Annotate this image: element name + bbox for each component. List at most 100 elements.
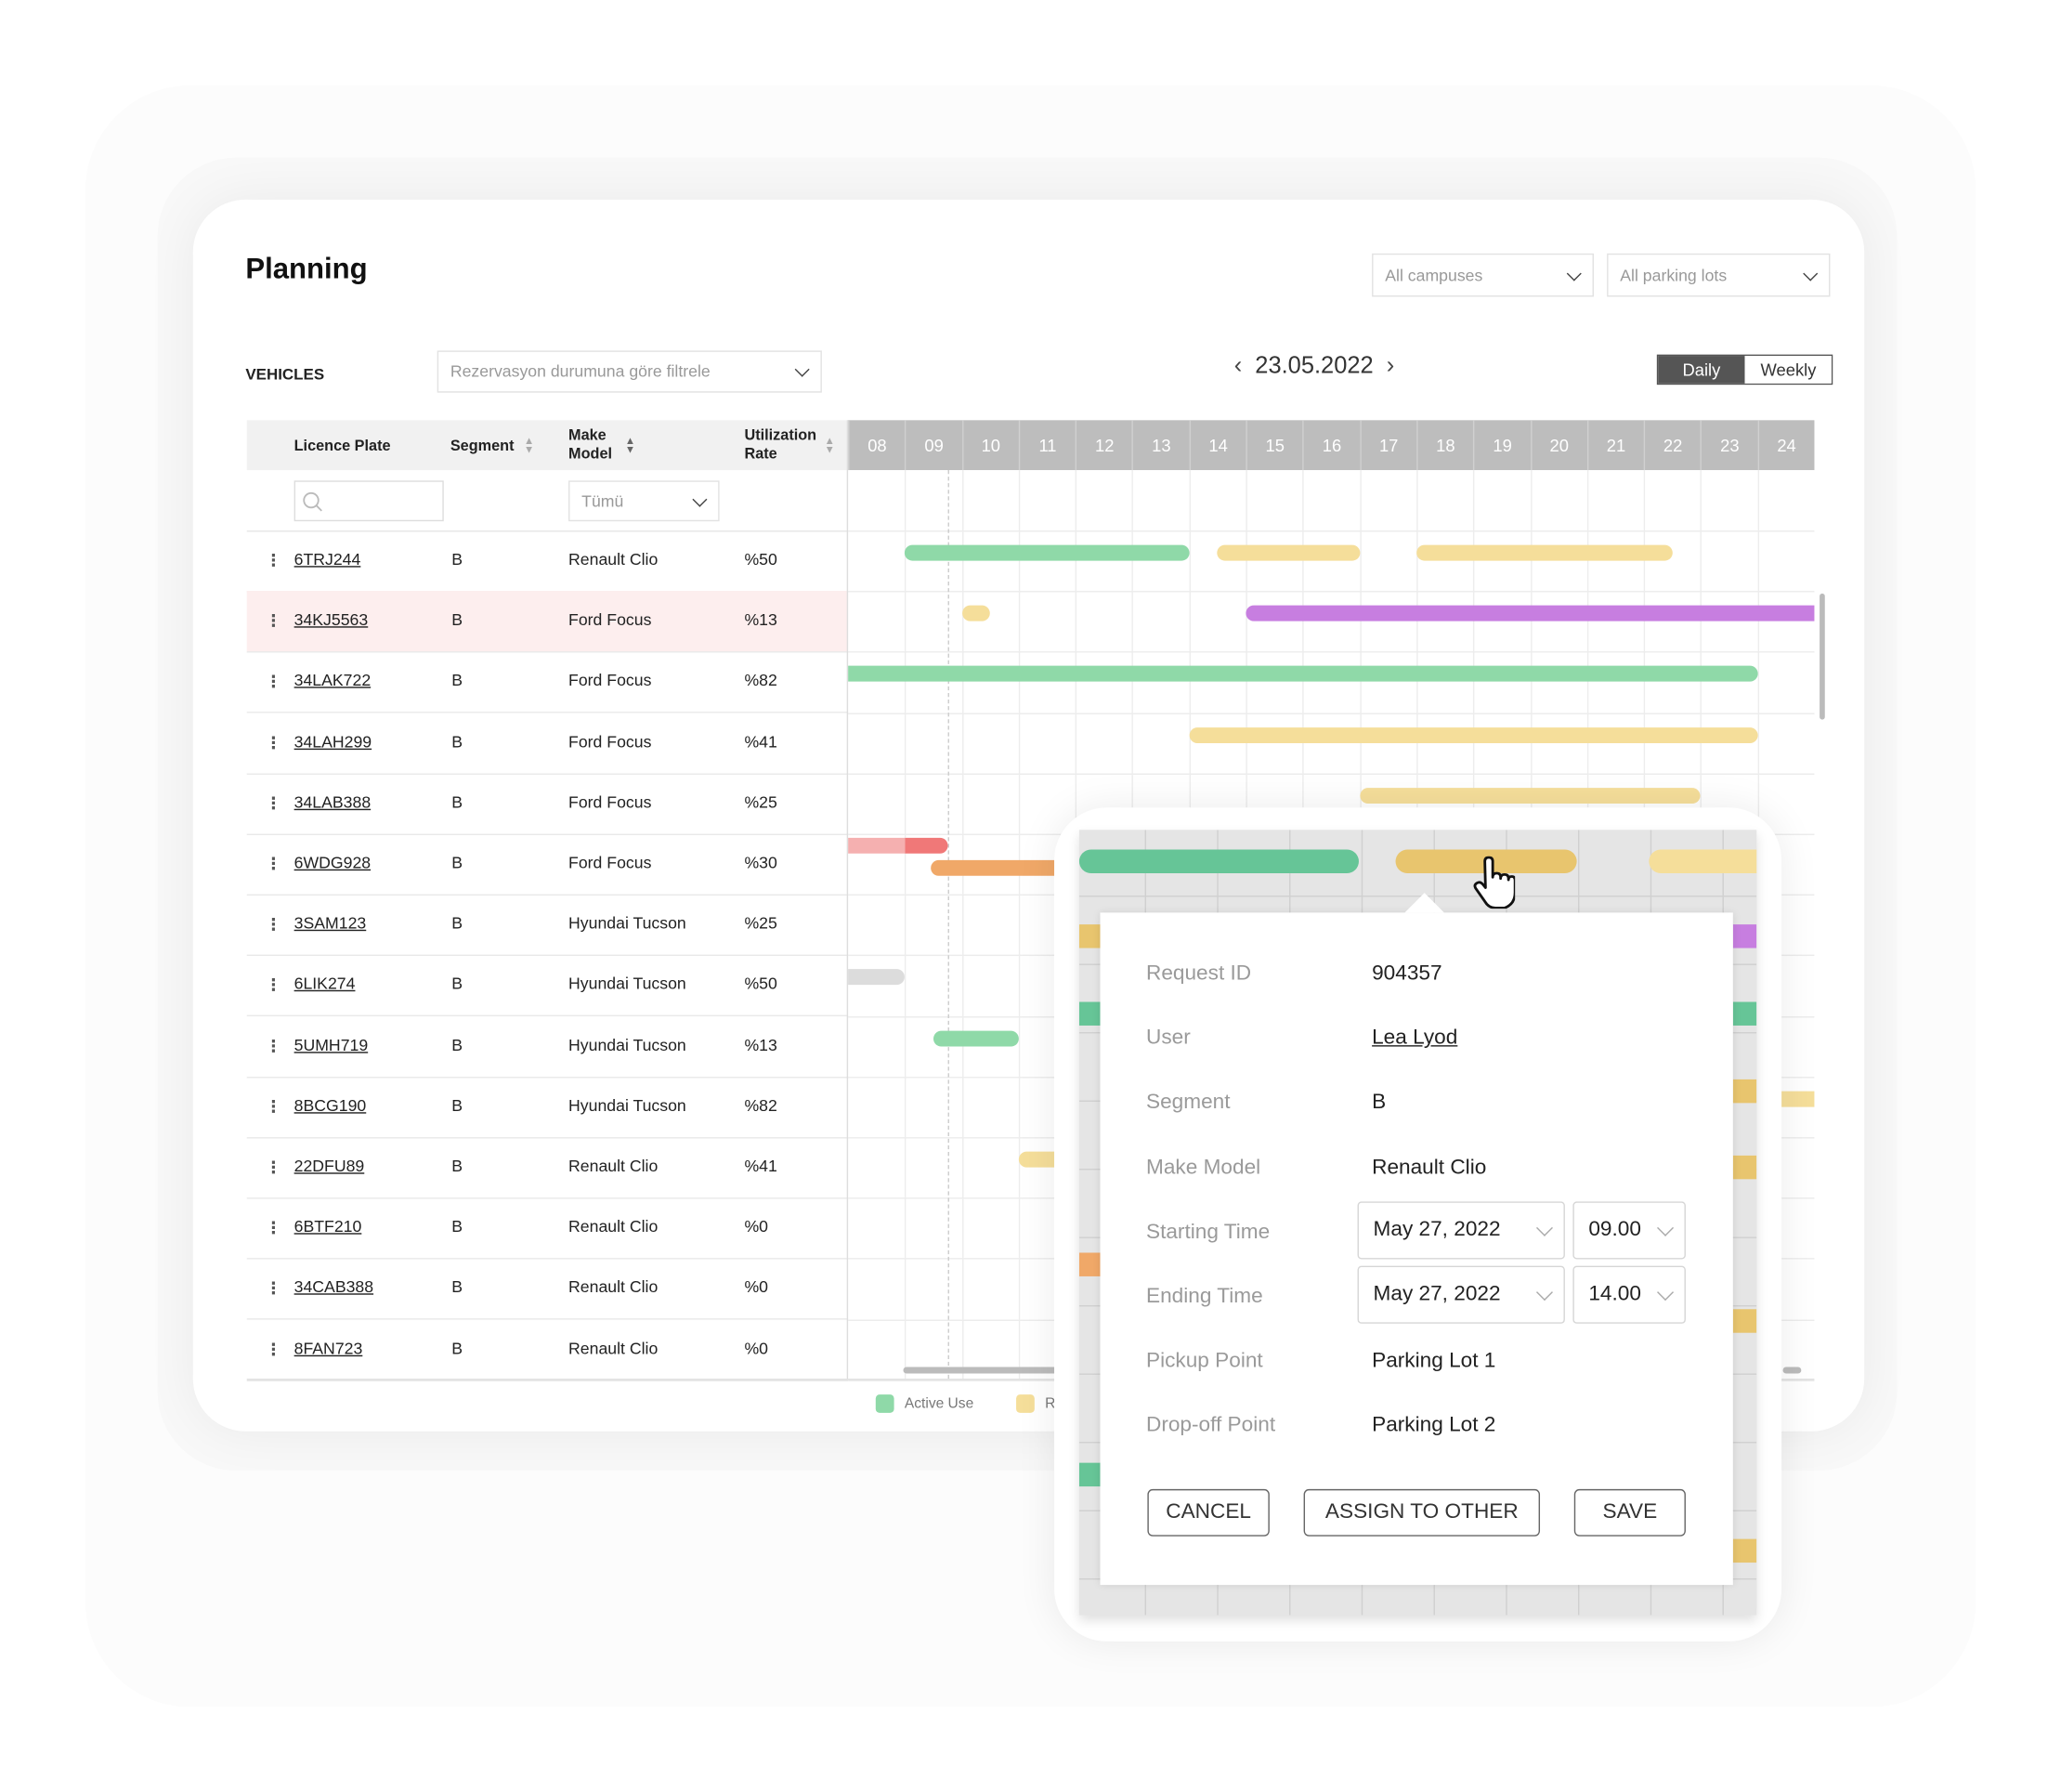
more-options-icon[interactable]: ⋮ [266, 611, 282, 631]
search-icon [303, 491, 322, 512]
zoomed-reservation-bar[interactable] [1078, 849, 1359, 873]
licence-plate-link[interactable]: 3SAM123 [294, 914, 367, 933]
header-licence-plate[interactable]: Licence Plate [294, 438, 391, 456]
reservation-bar-overdue[interactable] [848, 837, 948, 854]
hour-label: 10 [961, 420, 1018, 471]
licence-plate-link[interactable]: 6BTF210 [294, 1218, 362, 1236]
hour-label: 09 [905, 420, 961, 471]
parking-lot-select[interactable]: All parking lots [1607, 253, 1831, 297]
more-options-icon[interactable]: ⋮ [266, 792, 282, 813]
hand-cursor-icon [1473, 856, 1516, 909]
licence-plate-link[interactable]: 34LAK722 [294, 672, 372, 690]
table-row: ⋮ 22DFU89 B Renault Clio %41 [246, 1137, 849, 1199]
horizontal-scrollbar[interactable] [903, 1367, 1062, 1374]
chevron-right-icon[interactable]: › [1387, 352, 1394, 380]
reservation-bar-assigned[interactable] [1246, 605, 1815, 621]
zoomed-bar-edge [1732, 1155, 1757, 1180]
utilization-cell: %41 [744, 732, 777, 751]
more-options-icon[interactable]: ⋮ [266, 1339, 282, 1359]
header-model: Model [568, 446, 613, 463]
sort-icon[interactable]: ▲ ▼ [825, 436, 835, 455]
sort-icon[interactable]: ▲ ▼ [625, 436, 635, 455]
licence-plate-link[interactable]: 8BCG190 [294, 1096, 367, 1115]
time-select[interactable]: 09.00 [1572, 1201, 1686, 1260]
chevron-down-icon [1803, 265, 1819, 281]
daily-tab[interactable]: Daily [1658, 356, 1745, 384]
header-make-model[interactable]: Make Model [568, 426, 612, 464]
chevron-down-icon [1535, 1219, 1553, 1236]
save-button[interactable]: SAVE [1573, 1488, 1686, 1537]
vehicles-label: VEHICLES [245, 364, 325, 384]
model-filter-select[interactable]: Tümü [568, 480, 720, 522]
reservation-bar-idle[interactable] [848, 969, 906, 986]
make-model-cell: Ford Focus [568, 792, 652, 812]
more-options-icon[interactable]: ⋮ [266, 672, 282, 691]
reservation-bar-active[interactable] [905, 544, 1190, 561]
reservation-bar-reserved[interactable] [961, 605, 991, 621]
licence-plate-link[interactable]: 34KJ5563 [294, 611, 369, 630]
reservation-status-placeholder: Rezervasyon durumuna göre filtrele [450, 362, 711, 381]
licence-plate-link[interactable]: 6LIK274 [294, 974, 356, 993]
page-title: Planning [245, 252, 368, 285]
segment-cell: B [451, 1277, 463, 1297]
vertical-scrollbar[interactable] [1820, 593, 1825, 720]
divider [846, 420, 849, 1380]
reservation-bar-active[interactable] [933, 1030, 1019, 1046]
licence-plate-link[interactable]: 8FAN723 [294, 1339, 363, 1357]
more-options-icon[interactable]: ⋮ [266, 1096, 282, 1116]
reservation-bar-active[interactable] [848, 666, 1758, 683]
date-select[interactable]: May 27, 2022 [1357, 1265, 1565, 1324]
sort-icon[interactable]: ▲ ▼ [524, 436, 534, 455]
campus-select[interactable]: All campuses [1372, 253, 1594, 297]
more-options-icon[interactable]: ⋮ [266, 1157, 282, 1177]
chevron-left-icon[interactable]: ‹ [1234, 352, 1242, 380]
hour-label: 18 [1416, 420, 1473, 471]
segment-cell: B [451, 732, 463, 751]
grid-line [905, 470, 907, 1380]
licence-plate-link[interactable]: 5UMH719 [294, 1036, 369, 1054]
date-select[interactable]: May 27, 2022 [1357, 1201, 1565, 1260]
more-options-icon[interactable]: ⋮ [266, 854, 282, 873]
reservation-bar-reserved[interactable] [1189, 726, 1758, 743]
zoomed-bar-edge [1078, 1252, 1101, 1276]
table-row: ⋮ 6TRJ244 B Renault Clio %50 [246, 530, 849, 593]
hour-label: 15 [1246, 420, 1302, 471]
more-options-icon[interactable]: ⋮ [266, 1278, 282, 1298]
licence-plate-link[interactable]: 6WDG928 [294, 854, 371, 872]
weekly-tab[interactable]: Weekly [1744, 356, 1833, 384]
hour-label: 12 [1075, 420, 1132, 471]
licence-plate-link[interactable]: 34LAB388 [294, 792, 372, 811]
assign-to-other-button[interactable]: ASSIGN TO OTHER [1303, 1488, 1541, 1537]
cancel-button[interactable]: CANCEL [1147, 1488, 1270, 1537]
zoomed-bar-edge [1732, 1309, 1757, 1333]
reservation-bar-reserved[interactable] [1217, 544, 1360, 561]
plate-search-input[interactable] [294, 480, 444, 522]
reservation-bar-reserved[interactable] [1416, 544, 1673, 561]
zoomed-bar-edge [1732, 1001, 1757, 1026]
field-label: Segment [1145, 1092, 1231, 1115]
more-options-icon[interactable]: ⋮ [266, 914, 282, 934]
segment-cell: B [451, 1217, 463, 1236]
header-utilization-rate[interactable]: Utilization Rate [744, 426, 816, 464]
licence-plate-link[interactable]: 6TRJ244 [294, 550, 361, 569]
reservation-status-filter[interactable]: Rezervasyon durumuna göre filtrele [437, 350, 822, 393]
more-options-icon[interactable]: ⋮ [266, 974, 282, 995]
more-options-icon[interactable]: ⋮ [266, 1218, 282, 1237]
zoomed-reservation-bar[interactable] [1649, 849, 1757, 873]
licence-plate-link[interactable]: 22DFU89 [294, 1157, 365, 1175]
horizontal-scrollbar-end[interactable] [1782, 1367, 1802, 1374]
licence-plate-link[interactable]: 34CAB388 [294, 1278, 373, 1297]
hour-label: 19 [1473, 420, 1530, 471]
more-options-icon[interactable]: ⋮ [266, 550, 282, 570]
field-label: Starting Time [1145, 1221, 1271, 1244]
field-label: User [1145, 1027, 1191, 1050]
more-options-icon[interactable]: ⋮ [266, 1036, 282, 1055]
licence-plate-link[interactable]: 34LAH299 [294, 732, 372, 751]
reservation-bar-reserved[interactable] [1359, 787, 1702, 804]
table-row: ⋮ 6LIK274 B Hyundai Tucson %50 [246, 955, 849, 1017]
more-options-icon[interactable]: ⋮ [266, 732, 282, 752]
time-select[interactable]: 14.00 [1572, 1265, 1686, 1324]
user-link[interactable]: Lea Lyod [1372, 1027, 1457, 1051]
table-row: ⋮ 8BCG190 B Hyundai Tucson %82 [246, 1077, 849, 1139]
header-segment[interactable]: Segment [450, 438, 515, 456]
